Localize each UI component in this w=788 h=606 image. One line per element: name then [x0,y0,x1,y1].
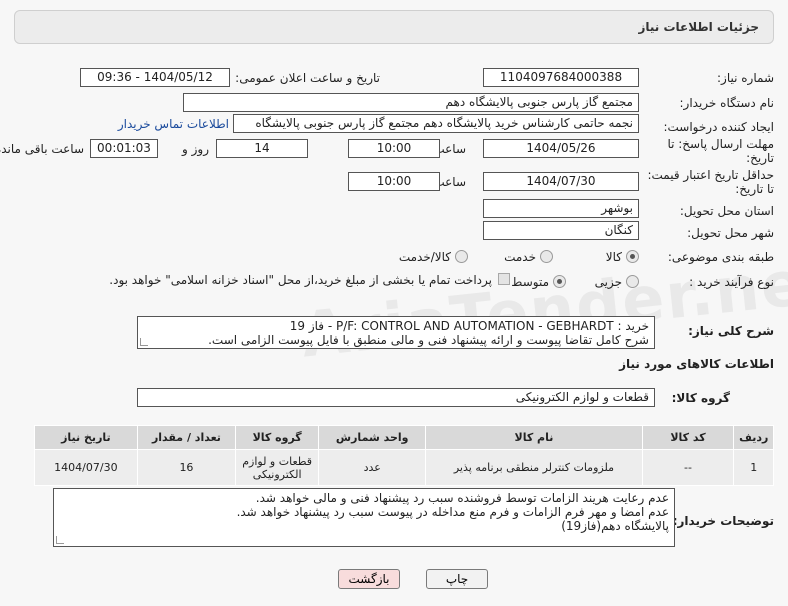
announce-field: 1404/05/12 - 09:36 [80,68,230,87]
col-row: ردیف [733,425,774,450]
city-field: کنگان [483,221,639,240]
buyer-notes-line-1: عدم رعایت هریند الزامات توسط فروشنده سبب… [255,491,669,505]
cell-name: ملزومات کنترلر منطقی برنامه پذیر [425,449,643,486]
table-row: 1 -- ملزومات کنترلر منطقی برنامه پذیر عد… [34,449,774,486]
deadline-time-field: 10:00 [348,139,440,158]
category-both-label: کالا/خدمت [398,250,451,264]
resize-grip-icon[interactable] [56,536,64,544]
col-code: کد کالا [641,425,735,450]
process-minor-radio[interactable] [626,275,639,288]
col-unit: واحد شمارش [318,425,427,450]
description-label: شرح کلی نیاز: [688,324,774,338]
print-button[interactable]: چاپ [426,569,488,589]
description-textarea[interactable]: خرید : P/F: CONTROL AND AUTOMATION - GEB… [137,316,655,349]
treasury-payment-note: پرداخت تمام یا بخشی از مبلغ خرید،از محل … [109,273,492,287]
resize-grip-icon[interactable] [140,338,148,346]
city-label: شهر محل تحویل: [687,226,774,240]
page-title: جزئیات اطلاعات نیاز [638,20,759,34]
cell-row: 1 [733,449,774,486]
cell-group: قطعات و لوازم الکترونیکی [235,449,320,486]
buyer-org-label: نام دستگاه خریدار: [679,96,775,110]
category-both-radio[interactable] [455,250,468,263]
cell-qty: 16 [136,449,237,486]
goods-group-label: گروه کالا: [671,391,730,405]
treasury-payment-checkbox[interactable] [498,273,510,285]
announce-label: تاریخ و ساعت اعلان عمومی: [235,71,380,85]
validity-date-field: 1404/07/30 [483,172,639,191]
buyer-notes-line-2: عدم امضا و مهر فرم الزامات و فرم منع مدا… [236,505,669,519]
category-label: طبقه بندی موضوعی: [667,250,774,264]
goods-table: ردیف کد کالا نام کالا واحد شمارش گروه کا… [34,425,774,486]
requester-field: نجمه حاتمی کارشناس خرید پالایشگاه دهم مج… [233,114,639,133]
buyer-org-field: مجتمع گاز پارس جنوبی پالایشگاه دهم [183,93,639,112]
buyer-notes-line-3: پالایشگاه دهم(فاز19) [561,519,669,533]
deadline-date-field: 1404/05/26 [483,139,639,158]
col-date: تاریخ نیاز [34,425,138,450]
goods-group-field: قطعات و لوازم الکترونیکی [137,388,655,407]
cell-unit: عدد [318,449,427,486]
remaining-time-field: 00:01:03 [90,139,158,158]
category-service-radio[interactable] [540,250,553,263]
days-field: 14 [216,139,308,158]
process-medium-label: متوسط [511,275,549,289]
province-label: استان محل تحویل: [679,204,774,218]
goods-section-title: اطلاعات کالاهای مورد نیاز [619,357,774,371]
need-number-field: 1104097684000388 [483,68,639,87]
category-goods-radio[interactable] [626,250,639,263]
process-minor-label: جزیی [594,275,622,289]
deadline-label-2: تاریخ: [746,151,774,165]
goods-table-header: ردیف کد کالا نام کالا واحد شمارش گروه کا… [34,425,774,450]
col-group: گروه کالا [235,425,320,450]
process-label: نوع فرآیند خرید : [689,275,774,289]
back-button[interactable]: بازگشت [338,569,400,589]
description-line-1: خرید : P/F: CONTROL AND AUTOMATION - GEB… [289,319,649,333]
header-panel: جزئیات اطلاعات نیاز [14,10,774,44]
cell-date: 1404/07/30 [34,449,138,486]
buyer-notes-label: توضیحات خریدار: [672,514,774,528]
remaining-label: ساعت باقی مانده [0,142,84,156]
process-medium-radio[interactable] [553,275,566,288]
need-number-label: شماره نیاز: [717,71,774,85]
requester-label: ایجاد کننده درخواست: [663,120,774,134]
category-goods-label: کالا [605,250,622,264]
col-qty: تعداد / مقدار [136,425,237,450]
cell-code: -- [641,449,735,486]
validity-label-2: تا تاریخ: [735,182,774,196]
deadline-label: مهلت ارسال پاسخ: تا [667,137,774,151]
description-line-2: شرح کامل تقاضا پیوست و ارائه پیشنهاد فنی… [208,333,649,347]
col-name: نام کالا [425,425,643,450]
validity-label: حداقل تاریخ اعتبار قیمت: [647,168,774,182]
days-label: روز و [182,142,209,156]
buyer-contact-link[interactable]: اطلاعات تماس خریدار [118,117,229,131]
validity-time-field: 10:00 [348,172,440,191]
category-service-label: خدمت [504,250,536,264]
province-field: بوشهر [483,199,639,218]
buyer-notes-textarea[interactable]: عدم رعایت هریند الزامات توسط فروشنده سبب… [53,488,675,547]
